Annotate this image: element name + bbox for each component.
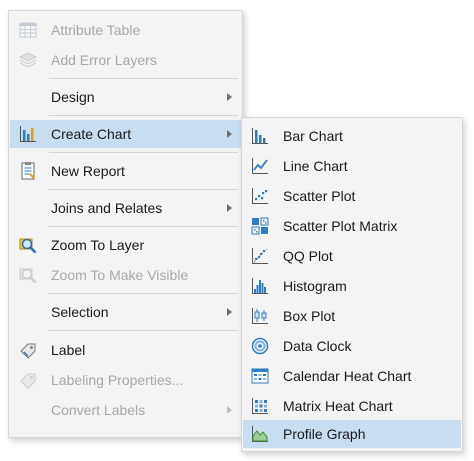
submenu-arrow-icon — [227, 204, 232, 212]
menu-item-joins-and-relates[interactable]: Joins and Relates — [10, 194, 241, 222]
menu-separator — [49, 293, 238, 294]
menu-item-label: Convert Labels — [51, 402, 146, 418]
submenu-item-data-clock[interactable]: Data Clock — [243, 332, 461, 360]
submenu-arrow-icon — [227, 93, 232, 101]
menu-item-create-chart[interactable]: Create Chart — [10, 120, 241, 148]
scatter-plot-icon — [251, 187, 269, 205]
menu-item-selection[interactable]: Selection — [10, 298, 241, 326]
submenu-arrow-icon — [227, 308, 232, 316]
submenu-item-label: Histogram — [283, 278, 347, 294]
labeling-properties-icon — [19, 371, 37, 389]
menu-item-label-layer[interactable]: Label — [10, 336, 241, 364]
submenu-item-profile-graph[interactable]: Profile Graph — [243, 420, 461, 448]
menu-item-label: New Report — [51, 163, 125, 179]
submenu-item-scatter-plot-matrix[interactable]: Scatter Plot Matrix — [243, 212, 461, 240]
submenu-item-matrix-heat-chart[interactable]: Matrix Heat Chart — [243, 392, 461, 420]
data-clock-icon — [251, 337, 269, 355]
submenu-item-label: Profile Graph — [283, 426, 366, 442]
menu-separator — [49, 78, 238, 79]
submenu-arrow-icon — [227, 406, 232, 414]
create-chart-submenu: Bar Chart Line Chart Scatter Plot Scatte… — [241, 117, 463, 452]
submenu-item-bar-chart[interactable]: Bar Chart — [243, 122, 461, 150]
submenu-item-label: QQ Plot — [283, 248, 333, 264]
menu-item-label: Add Error Layers — [51, 52, 157, 68]
submenu-item-label: Data Clock — [283, 338, 352, 354]
menu-item-zoom-to-layer[interactable]: Zoom To Layer — [10, 231, 241, 259]
submenu-item-line-chart[interactable]: Line Chart — [243, 152, 461, 180]
menu-item-design[interactable]: Design — [10, 83, 241, 111]
submenu-arrow-icon — [227, 130, 232, 138]
submenu-item-label: Line Chart — [283, 158, 348, 174]
menu-item-label: Selection — [51, 304, 109, 320]
menu-item-zoom-to-make-visible[interactable]: Zoom To Make Visible — [10, 261, 241, 289]
submenu-item-label: Scatter Plot — [283, 188, 356, 204]
submenu-item-histogram[interactable]: Histogram — [243, 272, 461, 300]
histogram-icon — [251, 277, 269, 295]
menu-item-new-report[interactable]: New Report — [10, 157, 241, 185]
menu-item-convert-labels[interactable]: Convert Labels — [10, 396, 241, 424]
zoom-to-layer-icon — [19, 236, 37, 254]
menu-item-label: Label — [51, 342, 86, 358]
submenu-item-scatter-plot[interactable]: Scatter Plot — [243, 182, 461, 210]
box-plot-icon — [251, 307, 269, 325]
submenu-item-label: Scatter Plot Matrix — [283, 218, 398, 234]
menu-separator — [49, 115, 238, 116]
bar-chart-icon — [19, 125, 37, 143]
scatter-matrix-icon — [251, 217, 269, 235]
profile-graph-icon — [251, 425, 269, 443]
menu-item-labeling-properties[interactable]: Labeling Properties... — [10, 366, 241, 394]
submenu-item-label: Matrix Heat Chart — [283, 398, 393, 414]
label-icon — [19, 341, 37, 359]
menu-separator — [49, 330, 238, 331]
menu-item-label: Attribute Table — [51, 22, 141, 38]
submenu-item-label: Bar Chart — [283, 128, 343, 144]
submenu-item-box-plot[interactable]: Box Plot — [243, 302, 461, 330]
layer-context-menu: Attribute Table Add Error Layers Design … — [8, 10, 243, 438]
menu-item-label: Labeling Properties... — [51, 372, 184, 388]
line-chart-icon — [251, 157, 269, 175]
submenu-item-label: Box Plot — [283, 308, 336, 324]
zoom-visible-icon — [19, 266, 37, 284]
menu-item-label: Design — [51, 89, 95, 105]
report-icon — [19, 162, 37, 180]
menu-item-label: Joins and Relates — [51, 200, 163, 216]
error-layers-icon — [19, 51, 37, 69]
menu-item-label: Create Chart — [51, 126, 132, 142]
bar-chart-icon — [251, 127, 269, 145]
qq-plot-icon — [251, 247, 269, 265]
calendar-heat-icon — [251, 367, 269, 385]
menu-separator — [49, 189, 238, 190]
menu-item-attribute-table[interactable]: Attribute Table — [10, 16, 241, 44]
table-icon — [19, 21, 37, 39]
submenu-item-label: Calendar Heat Chart — [283, 368, 412, 384]
menu-separator — [49, 226, 238, 227]
menu-item-label: Zoom To Layer — [51, 237, 145, 253]
matrix-heat-icon — [251, 397, 269, 415]
menu-separator — [49, 152, 238, 153]
submenu-item-qq-plot[interactable]: QQ Plot — [243, 242, 461, 270]
submenu-item-calendar-heat-chart[interactable]: Calendar Heat Chart — [243, 362, 461, 390]
menu-item-add-error-layers[interactable]: Add Error Layers — [10, 46, 241, 74]
menu-item-label: Zoom To Make Visible — [51, 267, 189, 283]
